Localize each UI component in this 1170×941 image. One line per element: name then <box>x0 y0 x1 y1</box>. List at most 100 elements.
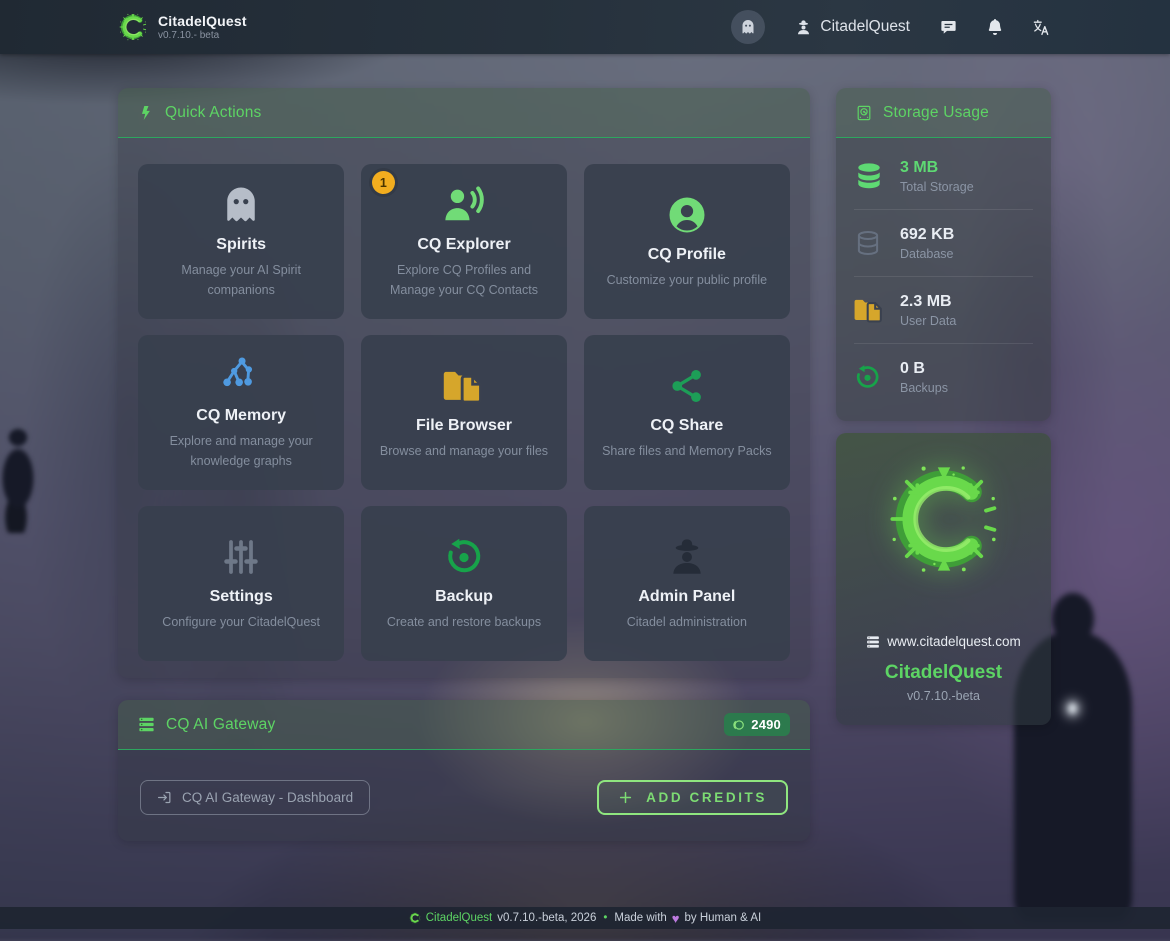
chat-icon <box>940 19 957 36</box>
storage-label: User Data <box>900 314 956 328</box>
footer-version: v0.7.10.-beta, 2026 <box>497 912 596 924</box>
sliders-icon <box>221 535 261 579</box>
user-menu-label: CitadelQuest <box>820 18 910 36</box>
storage-title: Storage Usage <box>883 104 989 122</box>
gateway-dashboard-button[interactable]: CQ AI Gateway - Dashboard <box>140 780 370 815</box>
background-person-silhouette-small <box>0 428 40 533</box>
card-title: CQ Memory <box>196 407 286 425</box>
navbar: CitadelQuest v0.7.10.- beta CitadelQuest <box>0 0 1170 54</box>
storage-row-total: 3 MB Total Storage <box>854 143 1033 209</box>
bell-icon <box>987 19 1003 35</box>
gateway-body: CQ AI Gateway - Dashboard ADD CREDITS <box>118 750 810 841</box>
storage-value: 0 B <box>900 360 948 378</box>
website-link[interactable]: www.citadelquest.com <box>866 634 1021 649</box>
storage-label: Total Storage <box>900 180 974 194</box>
storage-value: 692 KB <box>900 226 954 244</box>
quick-action-card-cq-profile[interactable]: CQ Profile Customize your public profile <box>584 164 790 319</box>
quick-action-card-admin-panel[interactable]: Admin Panel Citadel administration <box>584 506 790 661</box>
heart-icon: ♥ <box>672 911 680 926</box>
admin-person-icon <box>666 535 708 579</box>
admin-person-icon <box>795 19 812 36</box>
database-outline-icon <box>854 229 884 257</box>
box-arrow-in-right-icon <box>157 790 172 805</box>
gateway-dashboard-button-label: CQ AI Gateway - Dashboard <box>182 790 353 805</box>
brand-name: CitadelQuest <box>158 13 247 29</box>
coins-icon <box>731 718 745 732</box>
ghost-icon <box>221 183 261 227</box>
knowledge-graph-icon <box>220 354 262 398</box>
citadelquest-logo <box>884 459 1004 579</box>
credits-value: 2490 <box>751 717 781 732</box>
card-subtitle: Explore and manage your knowledge graphs <box>151 432 331 471</box>
add-credits-button-label: ADD CREDITS <box>646 790 767 805</box>
credits-badge: 2490 <box>724 713 790 736</box>
folder-file-icon <box>443 364 485 408</box>
card-title: Settings <box>210 588 273 606</box>
quick-action-card-cq-memory[interactable]: CQ Memory Explore and manage your knowle… <box>138 335 344 490</box>
lightning-bolt-icon <box>138 105 154 121</box>
card-subtitle: Configure your CitadelQuest <box>162 613 320 632</box>
storage-usage-panel: Storage Usage 3 MB Total Storage 692 KB … <box>836 88 1051 421</box>
brand-version: v0.7.10.- beta <box>158 30 247 41</box>
server-icon <box>866 635 880 649</box>
quick-actions-title: Quick Actions <box>165 104 262 122</box>
ghost-icon <box>740 19 756 35</box>
storage-label: Backups <box>900 381 948 395</box>
card-subtitle: Browse and manage your files <box>380 442 548 461</box>
website-url: www.citadelquest.com <box>887 634 1021 649</box>
storage-value: 2.3 MB <box>900 293 956 311</box>
card-title: Spirits <box>216 236 266 254</box>
card-title: CQ Share <box>650 417 723 435</box>
quick-action-card-file-browser[interactable]: File Browser Browse and manage your file… <box>361 335 567 490</box>
branding-card: www.citadelquest.com CitadelQuest v0.7.1… <box>836 433 1051 725</box>
footer: CitadelQuest v0.7.10.-beta, 2026 • Made … <box>0 907 1170 929</box>
card-subtitle: Customize your public profile <box>607 271 768 290</box>
footer-separator: • <box>603 912 607 924</box>
card-subtitle: Citadel administration <box>627 613 747 632</box>
quick-actions-header: Quick Actions <box>118 88 810 138</box>
quick-action-card-spirits[interactable]: Spirits Manage your AI Spirit companions <box>138 164 344 319</box>
person-circle-icon <box>667 193 707 237</box>
notification-count-badge: 1 <box>372 171 395 194</box>
translate-icon <box>1033 19 1050 36</box>
language-nav-button[interactable] <box>1033 19 1050 36</box>
quick-actions-grid: Spirits Manage your AI Spirit companions… <box>118 138 810 678</box>
chat-nav-button[interactable] <box>940 19 957 36</box>
card-title: CQ Profile <box>648 246 726 264</box>
hdd-icon <box>856 105 872 121</box>
restore-icon <box>444 535 484 579</box>
storage-row-backups: 0 B Backups <box>854 343 1033 410</box>
server-icon <box>138 716 155 733</box>
quick-actions-panel: Quick Actions Spirits Manage your AI Spi… <box>118 88 810 678</box>
card-subtitle: Explore CQ Profiles and Manage your CQ C… <box>374 261 554 300</box>
add-credits-button[interactable]: ADD CREDITS <box>597 780 788 815</box>
citadelquest-logo-icon <box>409 912 421 924</box>
branding-version: v0.7.10.-beta <box>907 689 980 703</box>
share-icon <box>668 364 706 408</box>
storage-header: Storage Usage <box>836 88 1051 138</box>
card-title: File Browser <box>416 417 512 435</box>
spirits-nav-button[interactable] <box>731 10 765 44</box>
card-subtitle: Share files and Memory Packs <box>602 442 772 461</box>
quick-action-card-cq-share[interactable]: CQ Share Share files and Memory Packs <box>584 335 790 490</box>
branding-name: CitadelQuest <box>885 662 1002 684</box>
person-broadcast-icon <box>443 183 485 227</box>
citadelquest-logo-icon <box>118 12 148 42</box>
footer-brand-link[interactable]: CitadelQuest <box>426 912 492 924</box>
storage-label: Database <box>900 247 954 261</box>
card-title: Admin Panel <box>638 588 735 606</box>
user-menu[interactable]: CitadelQuest <box>795 18 910 36</box>
gateway-title: CQ AI Gateway <box>166 716 275 734</box>
storage-row-database: 692 KB Database <box>854 209 1033 276</box>
cq-ai-gateway-panel: CQ AI Gateway 2490 CQ AI Gateway - Dashb… <box>118 700 810 841</box>
footer-by: by Human & AI <box>685 912 762 924</box>
storage-body: 3 MB Total Storage 692 KB Database 2.3 M… <box>836 138 1051 421</box>
brand-home-link[interactable]: CitadelQuest v0.7.10.- beta <box>118 12 247 42</box>
quick-action-card-cq-explorer[interactable]: 1 CQ Explorer Explore CQ Profiles and Ma… <box>361 164 567 319</box>
quick-action-card-settings[interactable]: Settings Configure your CitadelQuest <box>138 506 344 661</box>
storage-value: 3 MB <box>900 159 974 177</box>
notifications-nav-button[interactable] <box>987 19 1003 35</box>
quick-action-card-backup[interactable]: Backup Create and restore backups <box>361 506 567 661</box>
card-title: CQ Explorer <box>417 236 510 254</box>
footer-made-with: Made with <box>614 912 666 924</box>
